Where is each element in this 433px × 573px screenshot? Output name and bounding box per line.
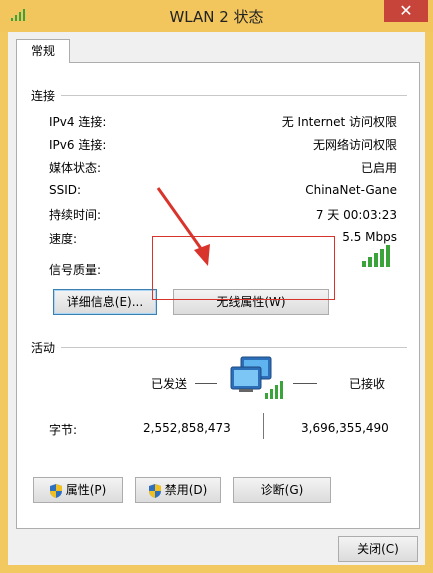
disable-button-label: 禁用(D) <box>164 483 208 497</box>
close-button[interactable]: 关闭(C) <box>338 536 418 562</box>
bytes-label: 字节: <box>49 423 78 437</box>
ipv4-label: IPv4 连接: <box>49 115 107 129</box>
sent-label: 已发送 <box>151 377 188 391</box>
received-label: 已接收 <box>349 377 386 391</box>
uac-shield-icon <box>49 483 62 498</box>
disable-button[interactable]: 禁用(D) <box>135 477 221 503</box>
ssid-label: SSID: <box>49 183 82 197</box>
ssid-value: ChinaNet-Gane <box>305 183 397 197</box>
connection-divider <box>61 95 407 96</box>
signal-quality-icon <box>362 245 390 267</box>
window-title: WLAN 2 状态 <box>169 8 264 26</box>
media-state-label: 媒体状态: <box>49 161 102 175</box>
bytes-separator <box>263 413 264 439</box>
signal-quality-label: 信号质量: <box>49 263 102 277</box>
title-bar[interactable]: WLAN 2 状态 ✕ <box>0 0 433 32</box>
speed-value: 5.5 Mbps <box>342 230 397 244</box>
window-close-button[interactable]: ✕ <box>384 0 428 22</box>
bytes-sent-value: 2,552,858,473 <box>143 421 231 435</box>
received-line <box>293 383 317 384</box>
diagnose-button[interactable]: 诊断(G) <box>233 477 331 503</box>
status-window: WLAN 2 状态 ✕ 常规 连接 IPv4 连接: 无 Internet 访问… <box>0 0 433 573</box>
duration-value: 7 天 00:03:23 <box>315 208 397 222</box>
properties-button[interactable]: 属性(P) <box>33 477 123 503</box>
ipv4-value: 无 Internet 访问权限 <box>281 115 397 129</box>
bytes-received-value: 3,696,355,490 <box>301 421 389 435</box>
speed-label: 速度: <box>49 232 78 246</box>
activity-group-label: 活动 <box>31 341 56 355</box>
media-state-value: 已启用 <box>360 161 397 175</box>
ipv6-label: IPv6 连接: <box>49 138 107 152</box>
connection-group-label: 连接 <box>31 89 56 103</box>
duration-label: 持续时间: <box>49 208 102 222</box>
ipv6-value: 无网络访问权限 <box>312 138 397 152</box>
details-button[interactable]: 详细信息(E)... <box>53 289 157 315</box>
annotation-arrow-icon <box>156 187 210 266</box>
tab-general[interactable]: 常规 <box>16 39 70 63</box>
network-computers-icon <box>230 356 283 399</box>
activity-divider <box>61 347 407 348</box>
uac-shield-icon <box>148 483 161 498</box>
properties-button-label: 属性(P) <box>65 483 107 497</box>
sent-line <box>195 383 217 384</box>
